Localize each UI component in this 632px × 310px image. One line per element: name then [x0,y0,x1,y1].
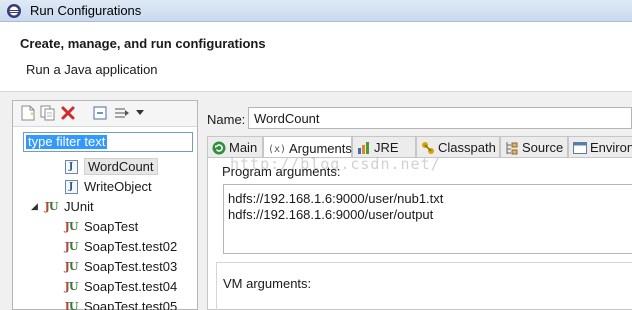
junit-icon: JU [64,260,79,273]
tree-item-label: SoapTest.test03 [84,259,178,274]
source-tab-icon [505,141,519,155]
header-subtitle: Run a Java application [26,62,158,77]
name-field[interactable]: WordCount [248,107,632,129]
tab-label: Environ [590,140,632,155]
tree-item-label: SoapTest.test05 [84,299,178,310]
filter-input[interactable]: type filter text [26,135,108,149]
tree-item-soaptest-test03[interactable]: JU SoapTest.test03 [63,257,178,276]
window-title: Run Configurations [30,3,142,18]
tree-item-wordcount[interactable]: J WordCount [63,157,158,176]
main-tab-icon [212,141,226,155]
new-configuration-icon[interactable] [19,104,37,122]
tree-item-soaptest-test04[interactable]: JU SoapTest.test04 [63,277,178,296]
junit-icon: JU [64,280,79,293]
classpath-tab-icon [421,141,435,155]
watermark: http://blog.csdn.net/ [230,155,441,173]
tab-source[interactable]: Source [500,136,568,158]
svg-text:(x)=: (x)= [268,144,286,154]
vm-arguments-label: VM arguments: [223,276,312,291]
dialog-header: Create, manage, and run configurations R… [0,22,632,92]
program-argument-line: hdfs://192.168.1.6:9000/user/output [228,207,434,222]
duplicate-icon[interactable] [39,104,57,122]
tab-environment[interactable]: Environ [568,136,632,158]
junit-icon: JU [64,240,79,253]
tree-item-label: WordCount [84,158,158,175]
title-bar: Run Configurations [0,0,632,22]
environment-tab-icon [573,141,587,155]
tree-item-label: SoapTest.test04 [84,279,178,294]
java-app-icon: J [63,179,79,195]
program-argument-line: hdfs://192.168.1.6:9000/user/nub1.txt [228,191,444,206]
name-label: Name: [207,112,246,127]
eclipse-icon [6,3,22,19]
header-title: Create, manage, and run configurations [20,36,266,51]
tree-item-label: JUnit [64,199,94,214]
junit-icon: JU [44,200,59,213]
tree-item-soaptest[interactable]: JU SoapTest [63,217,139,236]
name-value: WordCount [254,111,320,126]
tab-label: JRE [374,140,399,155]
chevron-down-icon[interactable] [131,104,149,122]
tree-item-junit[interactable]: ◢ JU JUnit [31,197,94,216]
tree-item-soaptest-test02[interactable]: JU SoapTest.test02 [63,237,178,256]
collapse-all-icon[interactable] [91,104,109,122]
tab-label: Classpath [438,140,496,155]
tab-label: Main [229,140,258,155]
program-arguments-textarea[interactable]: hdfs://192.168.1.6:9000/user/nub1.txt hd… [223,184,632,254]
junit-icon: JU [64,220,79,233]
delete-icon[interactable] [59,104,77,122]
expand-arrow-icon[interactable]: ◢ [31,201,43,212]
configuration-tree-pane: type filter text J WordCount J WriteObje… [12,100,198,310]
jre-tab-icon [357,141,371,155]
junit-icon: JU [64,300,79,310]
tree-item-soaptest-test05[interactable]: JU SoapTest.test05 [63,297,178,310]
configuration-toolbar [13,101,197,127]
tab-label: Source [522,140,564,155]
vm-arguments-group: VM arguments: [216,262,632,310]
tree-item-label: SoapTest.test02 [84,239,178,254]
tab-label: Arguments [289,140,352,156]
arguments-tab-icon: (x)= [268,141,286,155]
tree-item-label: WriteObject [84,179,152,194]
java-app-icon: J [63,159,79,175]
filter-icon[interactable] [113,104,131,122]
tree-item-label: SoapTest [84,219,139,234]
arguments-panel: Program arguments: hdfs://192.168.1.6:90… [207,157,632,310]
filter-input-box[interactable]: type filter text [23,132,193,152]
tree-item-writeobject[interactable]: J WriteObject [63,177,152,196]
